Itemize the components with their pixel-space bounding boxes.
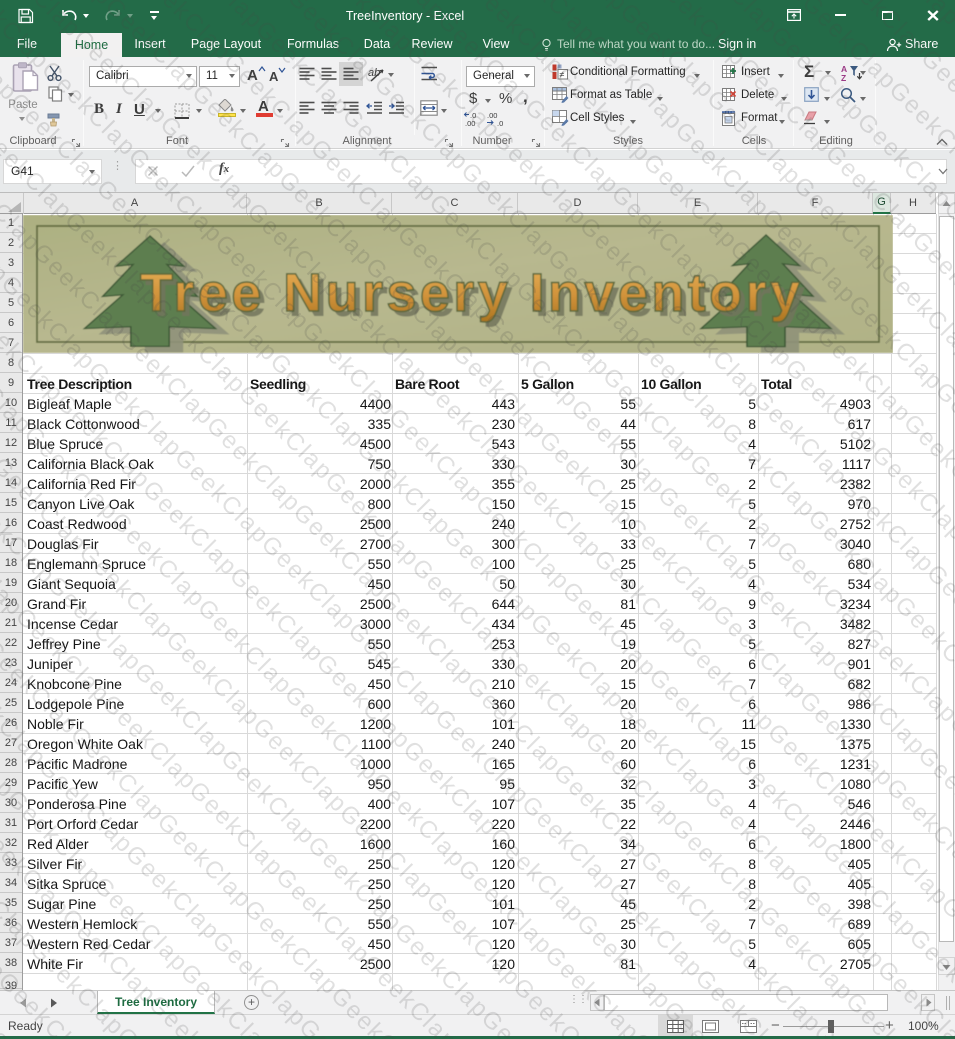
svg-text:Z: Z xyxy=(841,73,846,81)
svg-text:ab: ab xyxy=(368,67,380,79)
svg-text:Tree Nursery Inventory: Tree Nursery Inventory xyxy=(140,263,800,323)
svg-text:.0: .0 xyxy=(497,119,503,127)
svg-text:.00: .00 xyxy=(465,119,475,127)
svg-text:.00: .00 xyxy=(487,111,497,120)
svg-text:≠: ≠ xyxy=(560,70,565,80)
